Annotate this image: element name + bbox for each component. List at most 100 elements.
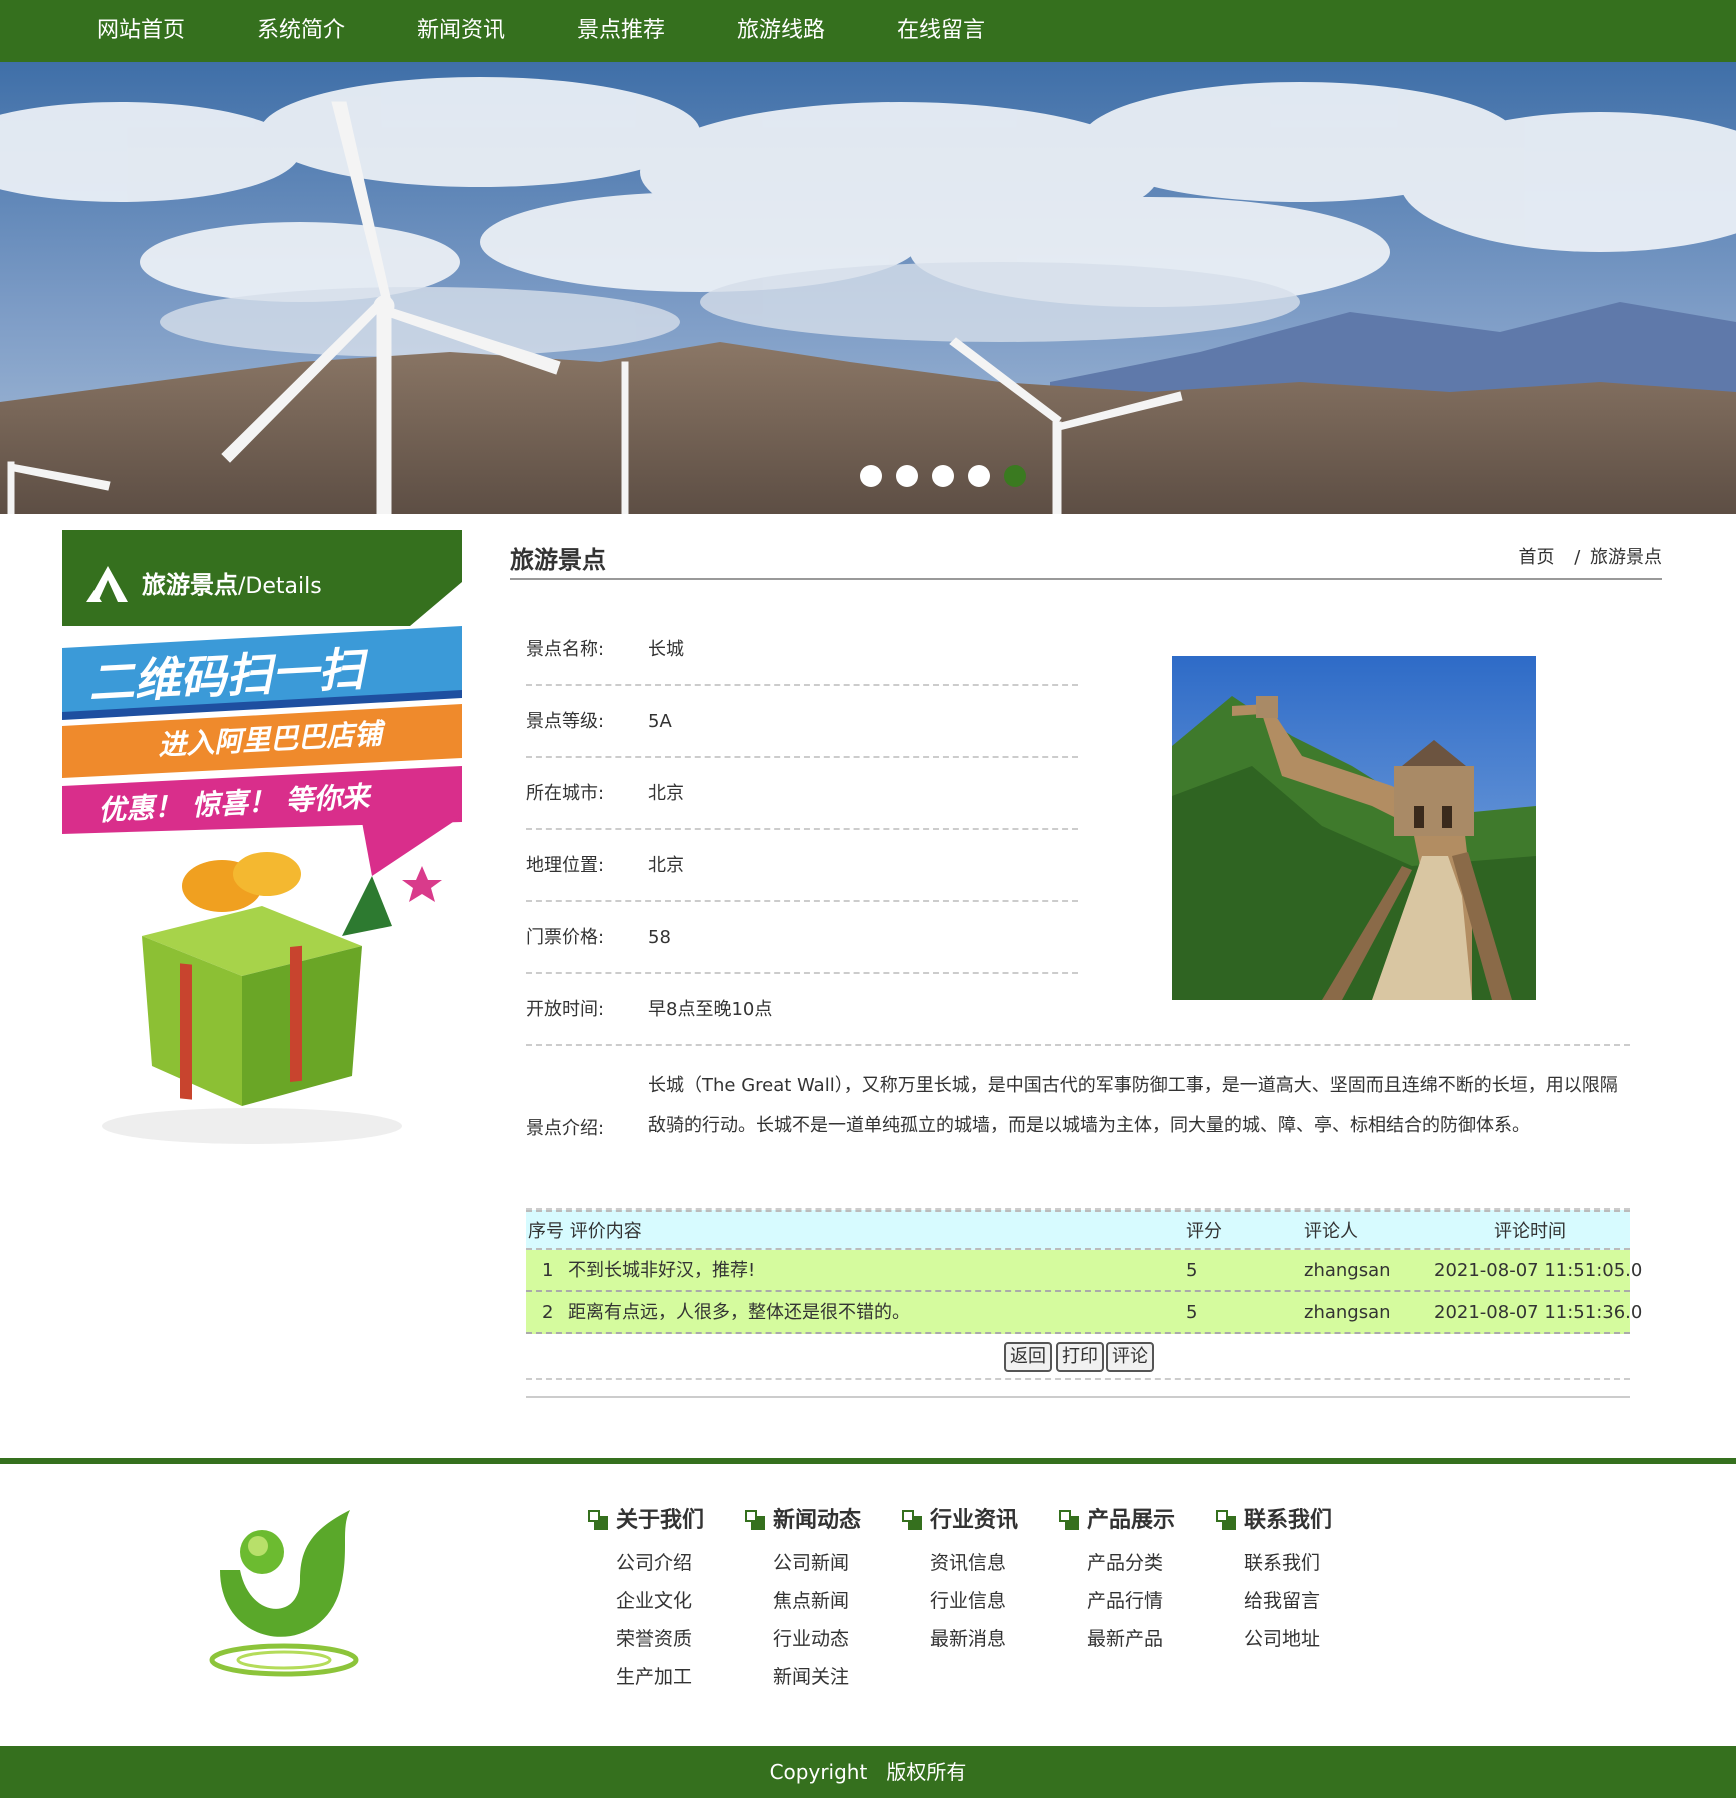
footer-col-industry: 行业资讯 资讯信息 行业信息 最新消息 — [902, 1506, 1018, 1654]
field-value: 北京 — [648, 855, 684, 876]
great-wall-image — [1172, 656, 1536, 1000]
footer-col-contact: 联系我们 联系我们 给我留言 公司地址 — [1216, 1506, 1332, 1654]
page-title: 旅游景点 — [510, 546, 606, 574]
comment-button[interactable]: 评论 — [1106, 1342, 1154, 1372]
nav-guestbook[interactable]: 在线留言 — [897, 0, 985, 62]
nav-routes[interactable]: 旅游线路 — [737, 0, 825, 62]
footer-heading: 新闻动态 — [745, 1506, 861, 1536]
row-content: 不到长城非好汉，推荐! — [568, 1260, 756, 1281]
row-score: 5 — [1186, 1302, 1198, 1323]
title-divider — [510, 578, 1662, 580]
footer-heading: 联系我们 — [1216, 1506, 1332, 1536]
sidebar-title: 旅游景点/Details — [142, 571, 322, 599]
row-score: 5 — [1186, 1260, 1198, 1281]
banner-image — [0, 62, 1736, 514]
field-label: 地理位置: — [526, 855, 605, 876]
divider — [526, 1396, 1630, 1398]
field-price: 门票价格: 58 — [526, 902, 1078, 974]
footer-heading: 产品展示 — [1059, 1506, 1175, 1536]
field-location: 地理位置: 北京 — [526, 830, 1078, 902]
breadcrumb-current: 旅游景点 — [1590, 547, 1662, 568]
footer-link[interactable]: 联系我们 — [1244, 1548, 1332, 1578]
field-value: 长城 — [648, 639, 684, 660]
nav-attractions[interactable]: 景点推荐 — [577, 0, 665, 62]
row-reviewer: zhangsan — [1304, 1302, 1391, 1323]
footer-link[interactable]: 企业文化 — [616, 1586, 704, 1616]
table-row: 2 距离有点远，人很多，整体还是很不错的。 5 zhangsan 2021-08… — [526, 1292, 1642, 1334]
breadcrumb-separator: / — [1574, 547, 1581, 568]
header-score: 评分 — [1186, 1221, 1222, 1242]
field-grade: 景点等级: 5A — [526, 686, 1078, 758]
square-bullet-icon — [588, 1510, 608, 1530]
field-label: 门票价格: — [526, 927, 605, 948]
footer-top-bar — [0, 1458, 1736, 1464]
footer-link[interactable]: 焦点新闻 — [773, 1586, 861, 1616]
row-index: 2 — [542, 1302, 554, 1323]
field-value: 5A — [648, 711, 672, 732]
field-label: 景点名称: — [526, 639, 605, 660]
intro-section: 景点介绍: 长城（The Great Wall），又称万里长城，是中国古代的军事… — [526, 1046, 1630, 1210]
carousel-dot-1[interactable] — [860, 465, 882, 487]
header-index-content: 序号 评价内容 — [528, 1221, 642, 1242]
attraction-photo — [1172, 656, 1536, 1000]
footer-link[interactable]: 产品分类 — [1087, 1548, 1175, 1578]
square-bullet-icon — [745, 1510, 765, 1530]
field-label: 景点等级: — [526, 711, 605, 732]
header-reviewer: 评论人 — [1304, 1221, 1358, 1242]
footer-link[interactable]: 最新产品 — [1087, 1624, 1175, 1654]
carousel-dot-5[interactable] — [1004, 465, 1026, 487]
reviews-table: 序号 评价内容 评分 评论人 评论时间 1 不到长城非好汉，推荐! 5 zhan… — [526, 1210, 1642, 1334]
footer-link[interactable]: 荣誉资质 — [616, 1624, 704, 1654]
footer-link[interactable]: 生产加工 — [616, 1662, 704, 1692]
field-value: 58 — [648, 927, 671, 948]
square-bullet-icon — [902, 1510, 922, 1530]
footer-link[interactable]: 新闻关注 — [773, 1662, 861, 1692]
row-time: 2021-08-07 11:51:05.0 — [1434, 1260, 1643, 1281]
row-index: 1 — [542, 1260, 554, 1281]
carousel-dot-2[interactable] — [896, 465, 918, 487]
footer-col-news: 新闻动态 公司新闻 焦点新闻 行业动态 新闻关注 — [745, 1506, 861, 1692]
footer-link[interactable]: 公司介绍 — [616, 1548, 704, 1578]
copyright-bar: Copyright 版权所有 — [0, 1746, 1736, 1798]
row-content: 距离有点远，人很多，整体还是很不错的。 — [568, 1302, 910, 1323]
field-value: 早8点至晚10点 — [648, 999, 773, 1020]
footer-link[interactable]: 公司新闻 — [773, 1548, 861, 1578]
square-bullet-icon — [1216, 1510, 1236, 1530]
square-bullet-icon — [1059, 1510, 1079, 1530]
row-reviewer: zhangsan — [1304, 1260, 1391, 1281]
nav-intro[interactable]: 系统简介 — [257, 0, 345, 62]
promo-banner[interactable]: 二维码扫一扫 进入阿里巴巴店铺 优惠！ 惊喜！ 等你来 — [62, 626, 462, 1206]
nav-news[interactable]: 新闻资讯 — [417, 0, 505, 62]
sidebar-header: 旅游景点/Details — [62, 530, 462, 626]
intro-text: 长城（The Great Wall），又称万里长城，是中国古代的军事防御工事，是… — [648, 1075, 1618, 1136]
field-value: 北京 — [648, 783, 684, 804]
print-button[interactable]: 打印 — [1056, 1342, 1104, 1372]
carousel-dot-4[interactable] — [968, 465, 990, 487]
sidebar-fold-corner — [410, 582, 462, 626]
field-label: 所在城市: — [526, 783, 605, 804]
footer-link[interactable]: 公司地址 — [1244, 1624, 1332, 1654]
back-button[interactable]: 返回 — [1004, 1342, 1052, 1372]
divider — [526, 1378, 1630, 1380]
footer-link[interactable]: 最新消息 — [930, 1624, 1018, 1654]
footer-link[interactable]: 资讯信息 — [930, 1548, 1018, 1578]
breadcrumb: 首页 / 旅游景点 — [1518, 543, 1662, 569]
field-city: 所在城市: 北京 — [526, 758, 1078, 830]
footer-col-about: 关于我们 公司介绍 企业文化 荣誉资质 生产加工 — [588, 1506, 704, 1692]
footer-link[interactable]: 产品行情 — [1087, 1586, 1175, 1616]
footer-link[interactable]: 行业动态 — [773, 1624, 861, 1654]
nav-home[interactable]: 网站首页 — [97, 0, 185, 62]
promo-graphic — [62, 626, 462, 1144]
field-name: 景点名称: 长城 — [526, 614, 1078, 686]
row-time: 2021-08-07 11:51:36.0 — [1434, 1302, 1643, 1323]
breadcrumb-home[interactable]: 首页 — [1518, 547, 1554, 568]
footer-heading: 关于我们 — [588, 1506, 704, 1536]
carousel-dot-3[interactable] — [932, 465, 954, 487]
footer-link[interactable]: 给我留言 — [1244, 1586, 1332, 1616]
footer-heading: 行业资讯 — [902, 1506, 1018, 1536]
top-nav: 网站首页 系统简介 新闻资讯 景点推荐 旅游线路 在线留言 — [0, 0, 1736, 62]
copyright-text: Copyright 版权所有 — [769, 1760, 967, 1784]
table-row: 1 不到长城非好汉，推荐! 5 zhangsan 2021-08-07 11:5… — [526, 1250, 1642, 1292]
field-label: 开放时间: — [526, 999, 605, 1020]
footer-link[interactable]: 行业信息 — [930, 1586, 1018, 1616]
